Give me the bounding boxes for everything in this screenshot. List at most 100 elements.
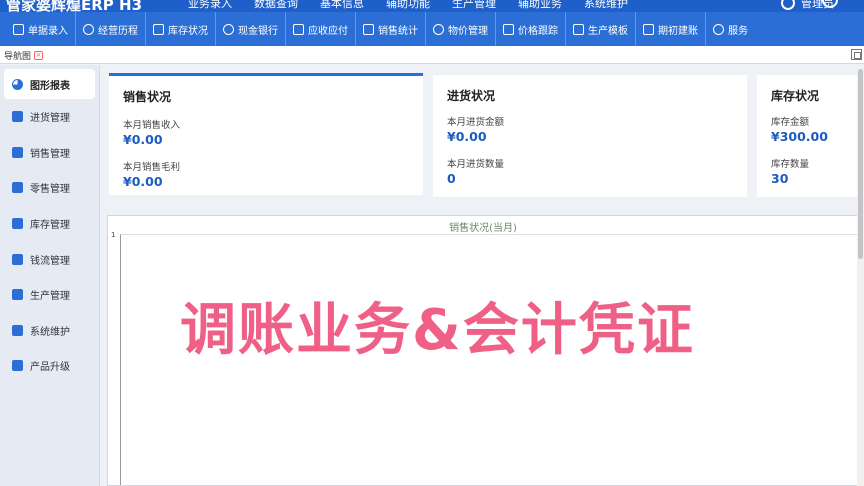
book-icon (643, 23, 654, 35)
close-icon[interactable]: × (34, 50, 44, 60)
bank-icon (223, 23, 234, 35)
warehouse-icon (12, 218, 23, 230)
toolbar-label: 生产模板 (588, 25, 628, 37)
sidebar-item-label: 生产管理 (30, 291, 70, 303)
toolbar-label: 应收应付 (308, 25, 348, 37)
box-icon (153, 23, 164, 35)
price-icon (433, 23, 444, 35)
sidebar-item-production[interactable]: 生产管理 (0, 277, 99, 313)
help-icon (713, 23, 724, 35)
top-nav-item[interactable]: 业务录入 (188, 0, 232, 11)
user-icon (781, 0, 795, 10)
toolbar-label: 价格跟踪 (518, 25, 558, 37)
toolbar-button-price-track[interactable]: 价格跟踪 (496, 12, 566, 46)
metric-value: ¥300.00 (771, 129, 828, 144)
sidebar: 图形报表 进货管理 销售管理 零售管理 库存管理 钱流管理 生产管理 系统维护 … (0, 65, 100, 486)
metric-value: 0 (447, 171, 456, 186)
metric-label: 本月进货数量 (447, 159, 505, 170)
overlay-caption: 调账业务&会计凭证 (180, 298, 695, 363)
toolbar-button-stock[interactable]: 库存状况 (146, 12, 216, 46)
sidebar-item-label: 库存管理 (30, 220, 70, 232)
tab-label: 导航图 (4, 51, 32, 62)
dashboard-content: 销售状况 本月销售收入 ¥0.00 本月销售毛利 ¥0.00 进货状况 本月进货… (101, 65, 864, 486)
toolbar-button-cash[interactable]: 现金银行 (216, 12, 286, 46)
card-title: 库存状况 (771, 89, 820, 103)
ledger-icon (293, 23, 304, 35)
top-nav-item[interactable]: 辅助业务 (518, 0, 562, 11)
stats-icon (363, 23, 374, 35)
metric-value: ¥0.00 (123, 132, 163, 147)
erp-window: 管家婆辉煌ERP H3 业务录入 数据查询 基本信息 辅助功能 生产管理 辅助业… (0, 0, 864, 486)
vertical-scrollbar[interactable] (857, 65, 864, 486)
toolbar-label: 物价管理 (448, 25, 488, 37)
sales-status-card: 销售状况 本月销售收入 ¥0.00 本月销售毛利 ¥0.00 (109, 73, 423, 195)
money-icon (12, 253, 23, 265)
template-icon (573, 23, 584, 35)
top-nav-item[interactable]: 基本信息 (320, 0, 364, 11)
bar-chart-icon (12, 146, 23, 158)
wrench-icon (12, 289, 23, 301)
sidebar-item-sales[interactable]: 销售管理 (0, 135, 99, 171)
sidebar-item-label: 产品升级 (30, 362, 70, 374)
track-icon (503, 23, 514, 35)
top-nav-item[interactable]: 系统维护 (584, 0, 628, 11)
top-nav: 业务录入 数据查询 基本信息 辅助功能 生产管理 辅助业务 系统维护 (188, 0, 628, 11)
toolbar-button-opening[interactable]: 期初建账 (636, 12, 706, 46)
toolbar-label: 服务 (728, 25, 748, 37)
sidebar-item-graph-report[interactable]: 图形报表 (4, 69, 95, 99)
sidebar-item-label: 图形报表 (30, 80, 70, 92)
top-nav-item[interactable]: 数据查询 (254, 0, 298, 11)
sidebar-item-label: 零售管理 (30, 184, 70, 196)
metric-label: 库存数量 (771, 159, 810, 170)
metric-label: 本月销售收入 (123, 120, 181, 131)
title-bar: 管家婆辉煌ERP H3 业务录入 数据查询 基本信息 辅助功能 生产管理 辅助业… (0, 0, 864, 12)
toolbar-button-history[interactable]: 经营历程 (76, 12, 146, 46)
sidebar-item-system[interactable]: 系统维护 (0, 313, 99, 349)
toolbar-label: 单据录入 (28, 25, 68, 37)
purchase-status-card: 进货状况 本月进货金额 ¥0.00 本月进货数量 0 (433, 75, 747, 197)
toolbar-label: 经营历程 (98, 25, 138, 37)
upgrade-icon (12, 360, 23, 372)
metric-label: 本月销售毛利 (123, 162, 181, 173)
sidebar-item-label: 进货管理 (30, 113, 70, 125)
quick-toolbar: 单据录入 经营历程 库存状况 现金银行 应收应付 销售统计 物价管理 价格跟踪 … (0, 12, 864, 46)
card-title: 进货状况 (447, 89, 496, 103)
chart-title: 销售状况(当月) (449, 223, 517, 234)
pie-chart-icon (12, 78, 23, 90)
sidebar-item-label: 系统维护 (30, 326, 70, 338)
metric-value: ¥0.00 (447, 129, 487, 144)
toolbar-label: 库存状况 (168, 25, 208, 37)
history-icon (83, 23, 94, 35)
metric-value: ¥0.00 (123, 174, 163, 189)
toolbar-button-price[interactable]: 物价管理 (426, 12, 496, 46)
toolbar-label: 销售统计 (378, 25, 418, 37)
toolbar-button-receivables[interactable]: 应收应付 (286, 12, 356, 46)
toolbar-button-service[interactable]: 服务 (706, 12, 755, 46)
y-tick-label: 1 (111, 231, 116, 239)
scrollbar-thumb[interactable] (858, 69, 863, 259)
metric-value: 30 (771, 171, 789, 186)
toolbar-label: 期初建账 (658, 25, 698, 37)
sidebar-item-cashflow[interactable]: 钱流管理 (0, 241, 99, 277)
toolbar-button-template[interactable]: 生产模板 (566, 12, 636, 46)
toolbar-button-sales-stats[interactable]: 销售统计 (356, 12, 426, 46)
top-nav-item[interactable]: 辅助功能 (386, 0, 430, 11)
tab-navigation[interactable]: 导航图 × (4, 48, 44, 62)
sidebar-item-label: 钱流管理 (30, 255, 70, 267)
sidebar-item-retail[interactable]: 零售管理 (0, 170, 99, 206)
top-nav-item[interactable]: 生产管理 (452, 0, 496, 11)
toolbar-button-entry[interactable]: 单据录入 (6, 12, 76, 46)
restore-icon[interactable] (851, 49, 862, 60)
edit-icon (13, 23, 24, 35)
sidebar-item-upgrade[interactable]: 产品升级 (0, 348, 99, 384)
card-title: 销售状况 (123, 90, 172, 104)
brand-logo: 管家婆辉煌ERP H3 (6, 0, 143, 12)
inventory-status-card: 库存状况 库存金额 ¥300.00 库存数量 30 (757, 75, 864, 197)
metric-label: 库存金额 (771, 117, 810, 128)
sidebar-item-label: 销售管理 (30, 148, 70, 160)
shield-icon (12, 324, 23, 336)
sidebar-item-purchase[interactable]: 进货管理 (0, 99, 99, 135)
purchase-icon (12, 111, 23, 123)
tag-icon (12, 182, 23, 194)
sidebar-item-inventory[interactable]: 库存管理 (0, 206, 99, 242)
